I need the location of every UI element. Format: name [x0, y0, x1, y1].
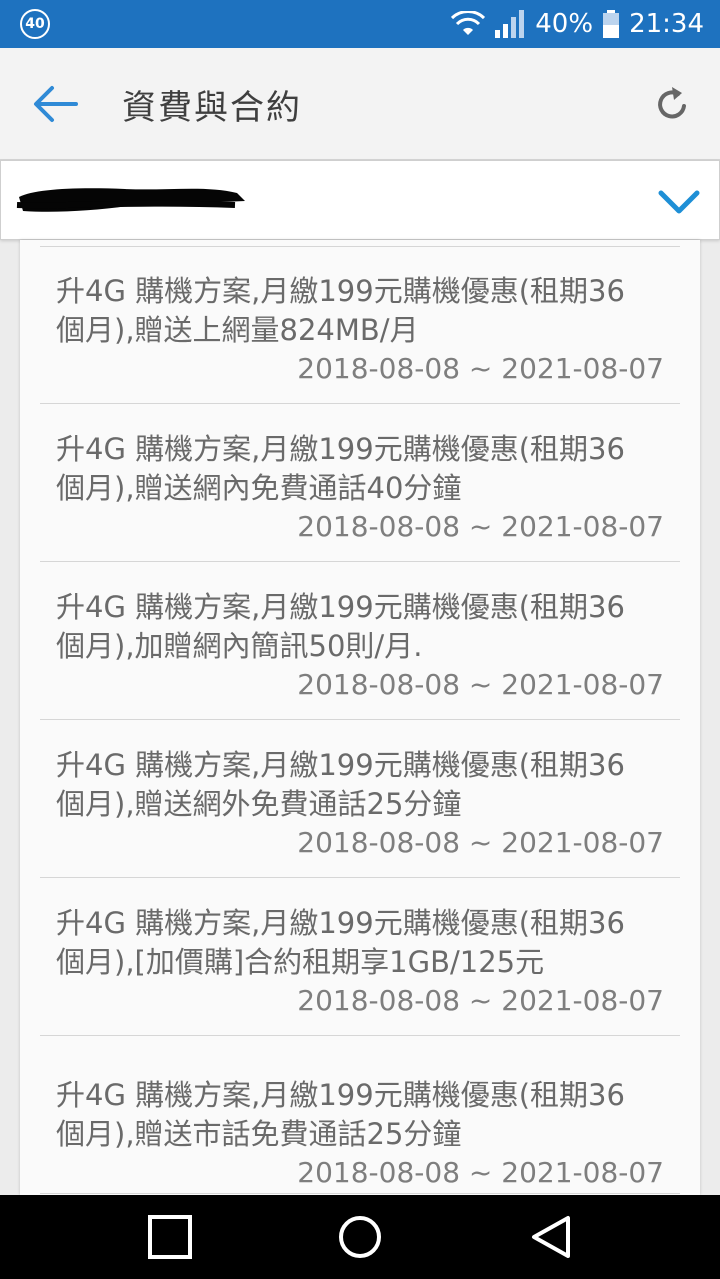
- plan-list: 升4G 購機方案,月繳199元購機優惠(租期36 個月),贈送上網量824MB/…: [20, 240, 700, 1195]
- redacted-account-number: [16, 188, 245, 212]
- signal-icon: [495, 10, 525, 38]
- plan-description-line: 升4G 購機方案,月繳199元購機優惠(租期36: [56, 590, 625, 624]
- plan-description: 升4G 購機方案,月繳199元購機優惠(租期36 個月),贈送市話免費通話25分…: [56, 1076, 676, 1154]
- plan-description-line: 升4G 購機方案,月繳199元購機優惠(租期36: [56, 432, 625, 466]
- wifi-icon: [451, 11, 486, 35]
- battery-percent: 40%: [535, 9, 594, 39]
- plan-description-line: 個月),贈送上網量824MB/月: [56, 313, 419, 347]
- home-circle-icon[interactable]: [338, 1215, 382, 1259]
- clock: 21:34: [629, 9, 704, 39]
- plan-description: 升4G 購機方案,月繳199元購機優惠(租期36 個月),贈送上網量824MB/…: [56, 272, 676, 350]
- plan-period: 2018-08-08 ~ 2021-08-07: [297, 510, 664, 543]
- plan-description-line: 升4G 購機方案,月繳199元購機優惠(租期36: [56, 906, 625, 940]
- list-item[interactable]: 升4G 購機方案,月繳199元購機優惠(租期36 個月),贈送市話免費通話25分…: [40, 1036, 680, 1194]
- plan-period: 2018-08-08 ~ 2021-08-07: [297, 352, 664, 385]
- arrow-left-icon[interactable]: [32, 84, 80, 124]
- list-item[interactable]: 升4G 購機方案,月繳199元購機優惠(租期36 個月),贈送網內免費通話40分…: [40, 404, 680, 562]
- status-left: 40: [20, 9, 50, 39]
- status-right: 40% 21:34: [451, 9, 704, 39]
- plan-description-line: 個月),[加價購]合約租期享1GB/125元: [56, 945, 545, 979]
- plan-description-line: 升4G 購機方案,月繳199元購機優惠(租期36: [56, 1078, 625, 1112]
- plan-description-line: 個月),加贈網內簡訊50則/月.: [56, 629, 423, 663]
- app-bar: 資費與合約: [0, 48, 720, 160]
- plan-description: 升4G 購機方案,月繳199元購機優惠(租期36 個月),贈送網內免費通話40分…: [56, 430, 676, 508]
- back-triangle-icon[interactable]: [530, 1215, 574, 1259]
- refresh-icon[interactable]: [652, 84, 692, 124]
- plan-description-line: 個月),贈送網外免費通話25分鐘: [56, 787, 462, 821]
- plan-period: 2018-08-08 ~ 2021-08-07: [297, 668, 664, 701]
- status-bar: 40 40% 21:34: [0, 0, 720, 48]
- plan-description: 升4G 購機方案,月繳199元購機優惠(租期36 個月),[加價購]合約租期享1…: [56, 904, 676, 982]
- navigation-bar: [0, 1195, 720, 1279]
- account-select[interactable]: [0, 160, 720, 240]
- plan-description-line: 升4G 購機方案,月繳199元購機優惠(租期36: [56, 274, 625, 308]
- plan-period: 2018-08-08 ~ 2021-08-07: [297, 826, 664, 859]
- page-title: 資費與合約: [122, 88, 302, 128]
- plan-period: 2018-08-08 ~ 2021-08-07: [297, 984, 664, 1017]
- plan-period: 2018-08-08 ~ 2021-08-07: [297, 1156, 664, 1189]
- plan-description-line: 個月),贈送網內免費通話40分鐘: [56, 471, 462, 505]
- list-item[interactable]: 升4G 購機方案,月繳199元購機優惠(租期36 個月),贈送上網量824MB/…: [40, 246, 680, 404]
- plan-description-line: 個月),贈送市話免費通話25分鐘: [56, 1117, 462, 1151]
- list-item[interactable]: 升4G 購機方案,月繳199元購機優惠(租期36 個月),贈送網外免費通話25分…: [40, 720, 680, 878]
- plan-description: 升4G 購機方案,月繳199元購機優惠(租期36 個月),贈送網外免費通話25分…: [56, 746, 676, 824]
- plan-description: 升4G 購機方案,月繳199元購機優惠(租期36 個月),加贈網內簡訊50則/月…: [56, 588, 676, 666]
- list-item[interactable]: 升4G 購機方案,月繳199元購機優惠(租期36 個月),加贈網內簡訊50則/月…: [40, 562, 680, 720]
- battery-icon: [603, 10, 620, 38]
- plan-description-line: 升4G 購機方案,月繳199元購機優惠(租期36: [56, 748, 625, 782]
- chevron-down-icon[interactable]: [657, 183, 701, 219]
- list-item[interactable]: 升4G 購機方案,月繳199元購機優惠(租期36 個月),[加價購]合約租期享1…: [40, 878, 680, 1036]
- notification-badge: 40: [20, 9, 50, 39]
- recents-square-icon[interactable]: [148, 1215, 192, 1259]
